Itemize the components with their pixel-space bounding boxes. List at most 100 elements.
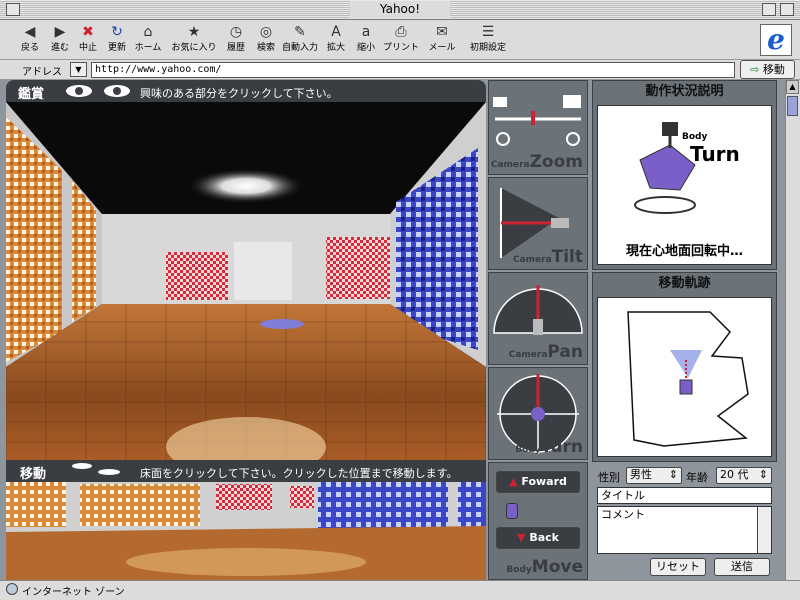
toolbar-button-label: 検索 [256,43,275,53]
toolbar-button[interactable]: ⌂ ホーム [133,24,163,58]
toolbar-button[interactable]: ✎ 自動入力 [280,24,320,58]
window-title-bar[interactable]: Yahoo! [0,0,800,20]
forward-button[interactable]: ▲ Foward [496,471,580,493]
age-select[interactable]: 20 代 ⇕ [716,467,772,484]
gallery-camera-view[interactable] [6,102,486,460]
back-arrow-icon: ◀ [24,24,36,40]
move-label: BodyMove [506,557,583,577]
zoom-label-main: Zoom [529,152,583,172]
comment-textarea[interactable]: コメント [597,506,772,554]
zoom-box-icon[interactable] [762,3,776,16]
tilt-label-main: Tilt [551,247,583,267]
go-button-label: 移動 [762,63,785,76]
scroll-up-arrow-icon[interactable]: ▲ [786,80,799,94]
toolbar-button[interactable]: ☰ 初期設定 [468,24,508,58]
toolbar-button[interactable]: a 縮小 [352,24,380,58]
footprint-icon [98,469,120,475]
home-icon: ⌂ [143,24,153,40]
footprint-icon [72,463,92,469]
age-label: 年齢 [686,471,708,484]
toolbar-button[interactable]: ✖ 中止 [74,24,102,58]
title-input[interactable]: タイトル [597,487,772,504]
toolbar-button-label: 自動入力 [281,43,318,53]
address-dropdown-icon[interactable]: ▼ [70,62,87,77]
submit-button[interactable]: 送信 [714,558,770,576]
gender-select[interactable]: 男性 ⇕ [626,467,682,484]
track-panel: 移動軌跡 [592,272,777,462]
status-caption: Turn [690,142,740,166]
move-title: 移動 [20,467,47,482]
toolbar-button[interactable]: ↻ 更新 [103,24,131,58]
toolbar-button[interactable]: ⎙ プリント [382,24,420,58]
reset-button[interactable]: リセット [650,558,706,576]
toolbar-button[interactable]: ✉ メール [426,24,458,58]
collapse-box-icon[interactable] [780,3,794,16]
pan-label-main: Pan [547,342,583,362]
back-button-label: Back [529,531,559,544]
forward-arrow-icon: ▶ [54,24,66,40]
feedback-form: 性別 男性 ⇕ 年齢 20 代 ⇕ タイトル コメント リセット 送信 [592,464,777,580]
turn-label: BodyTurn [515,437,583,457]
status-panel-body: Body Turn 現在心地面回転中… [597,105,772,265]
toolbar-button-label: 戻る [20,43,39,53]
floor-camera-view[interactable] [6,482,486,580]
toolbar-button-label: 更新 [107,43,126,53]
tilt-label: CameraTilt [513,247,583,267]
eye-icon [66,85,92,97]
globe-icon [6,583,18,595]
robot-illustration-icon [634,122,696,214]
toolbar-button-label: 中止 [78,43,97,53]
vertical-scrollbar[interactable] [785,80,800,580]
turn-label-prefix: Body [515,445,541,455]
gender-select-value: 男性 [630,468,652,481]
toolbar-button[interactable]: ◷ 履歴 [222,24,250,58]
back-button[interactable]: ▼ Back [496,527,580,549]
camera-zoom-control[interactable]: CameraZoom [488,80,588,175]
go-button[interactable]: ⇨ 移動 [740,60,795,79]
status-bar-text: インターネット ゾーン [22,587,125,598]
toolbar-button[interactable]: ◀ 戻る [16,24,44,58]
toolbar-button-label: 初期設定 [469,43,506,53]
move-message: 床面をクリックして下さい。クリックした位置まで移動します。 [140,467,458,480]
enlarge-text-icon: A [331,24,341,40]
move-label-prefix: Body [506,565,532,575]
close-box-icon[interactable] [6,3,20,16]
track-floorplan [627,311,749,447]
print-icon: ⎙ [395,24,407,40]
history-icon: ◷ [229,24,243,40]
address-label: アドレス [22,67,62,78]
ie-logo-icon: e [760,24,792,56]
shrink-text-icon: a [361,24,371,40]
camera-pan-control[interactable]: CameraPan [488,272,588,365]
toolbar-button-label: お気に入り [171,43,217,53]
body-turn-control[interactable]: BodyTurn [488,367,588,460]
down-arrow-icon: ▼ [517,531,526,544]
comment-scrollbar[interactable] [757,507,771,553]
robot-icon [506,503,518,519]
status-caption-prefix: Body [682,132,708,142]
search-icon: ◎ [259,24,273,40]
stepper-icon: ⇕ [668,468,678,481]
scroll-thumb[interactable] [787,96,798,116]
toolbar-button[interactable]: A 拡大 [322,24,350,58]
stop-icon: ✖ [82,24,94,40]
window-title: Yahoo! [350,1,450,18]
toolbar-button-label: 進む [50,43,69,53]
status-text: 現在心地面回転中… [625,244,743,259]
address-input[interactable]: http://www.yahoo.com/ [91,62,735,78]
refresh-icon: ↻ [111,24,123,40]
status-panel-title: 動作状況説明 [645,84,724,99]
toolbar-button-label: プリント [382,43,419,53]
camera-tilt-control[interactable]: CameraTilt [488,177,588,270]
track-panel-title: 移動軌跡 [658,276,711,291]
toolbar-button[interactable]: ★ お気に入り [168,24,220,58]
forward-button-label: Foward [521,475,567,488]
mail-icon: ✉ [436,24,448,40]
go-arrow-icon: ⇨ [750,63,760,76]
tilt-label-prefix: Camera [512,255,552,265]
toolbar-button[interactable]: ▶ 進む [46,24,74,58]
toolbar-button[interactable]: ◎ 検索 [252,24,280,58]
autofill-icon: ✎ [294,24,306,40]
track-map [597,297,772,457]
zoom-label: CameraZoom [491,152,583,172]
